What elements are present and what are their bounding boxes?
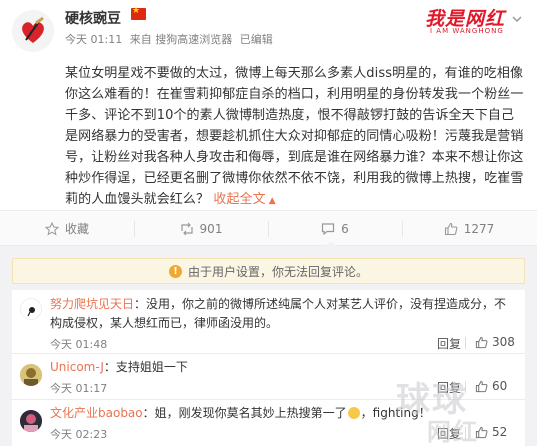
comment-like-button[interactable]: 60 (475, 379, 507, 393)
post-time[interactable]: 今天 01:11 (65, 33, 122, 46)
comment-like-button[interactable]: 52 (475, 425, 507, 439)
repost-count: 901 (199, 221, 223, 236)
action-bar: 收藏 901 6 1277 (0, 210, 537, 247)
post-source: 来自 搜狗高速浏览器 (129, 33, 233, 46)
comment-time: 今天 01:48 (50, 338, 108, 351)
commenter-avatar[interactable] (20, 410, 42, 432)
comment-like-count: 308 (492, 335, 515, 349)
thumbs-up-icon (444, 222, 458, 235)
edited-label[interactable]: 已编辑 (240, 33, 273, 46)
commenter-name[interactable]: Unicom-J (50, 360, 104, 374)
commenter-name[interactable]: 努力爬坑见天日 (50, 297, 134, 311)
commenter-name[interactable]: 文化产业baobao (50, 406, 143, 420)
like-button[interactable]: 1277 (402, 211, 536, 246)
crying-emoji-icon (347, 407, 360, 419)
favorite-button[interactable]: 收藏 (0, 211, 134, 246)
comment-like-button[interactable]: 308 (475, 335, 515, 349)
thumbs-up-icon (475, 380, 488, 392)
notice-text: 由于用户设置，你无法回复评论。 (187, 264, 368, 279)
commenter-avatar[interactable] (20, 298, 42, 320)
reply-button[interactable]: 回复 (437, 335, 461, 352)
comment-count: 6 (341, 221, 349, 236)
chevron-down-icon[interactable] (510, 11, 524, 25)
comment-content: ：姐，刚发现你莫名其妙上热搜第一了 (142, 406, 347, 420)
comment-text: 努力爬坑见天日：没用，你之前的微博所述纯属个人对某艺人评价，没有捏造成分，不构成… (50, 295, 515, 333)
like-count: 1277 (463, 221, 495, 236)
post-meta: 今天 01:11 来自 搜狗高速浏览器 已编辑 (65, 31, 277, 47)
favorite-label: 收藏 (64, 222, 89, 236)
star-icon (44, 221, 59, 236)
comment-icon (322, 222, 335, 235)
post-header: 硬核豌豆 ★ 今天 01:11 来自 搜狗高速浏览器 已编辑 我是网红 I AM… (0, 0, 537, 62)
post-text: 某位女明星戏不要做的太过，微博上每天那么多素人diss明星的，有谁的吃相像你这么… (65, 66, 524, 207)
china-flag-icon: ★ (131, 6, 146, 20)
repost-button[interactable]: 901 (134, 211, 268, 246)
user-avatar[interactable] (12, 10, 54, 52)
username[interactable]: 硬核豌豆 (65, 8, 121, 28)
post-body: 某位女明星戏不要做的太过，微博上每天那么多素人diss明星的，有谁的吃相像你这么… (65, 63, 525, 212)
commenter-avatar[interactable] (20, 364, 42, 386)
avatar-image (12, 10, 54, 52)
comment-item: 努力爬坑见天日：没用，你之前的微博所述纯属个人对某艺人评价，没有捏造成分，不构成… (12, 290, 525, 354)
comment-time: 今天 02:23 (50, 428, 108, 441)
collapse-full-text-link[interactable]: 收起全文 (213, 192, 265, 207)
info-icon: ! (168, 264, 182, 278)
divider (465, 337, 466, 349)
comment-like-count: 60 (492, 379, 508, 393)
comment-time: 今天 01:17 (50, 382, 108, 395)
comment-content: ：支持姐姐一下 (103, 360, 188, 374)
comment-like-count: 52 (492, 425, 508, 439)
reply-disabled-notice: ! 由于用户设置，你无法回复评论。 (12, 258, 525, 284)
repost-icon (180, 222, 193, 235)
watermark-bottom-sub: 网红 (427, 417, 479, 446)
collapse-arrow-icon: ▲ (265, 196, 276, 206)
thumbs-up-icon (475, 336, 488, 348)
watermark-logo-sub: I AM WANGHONG (430, 27, 504, 35)
